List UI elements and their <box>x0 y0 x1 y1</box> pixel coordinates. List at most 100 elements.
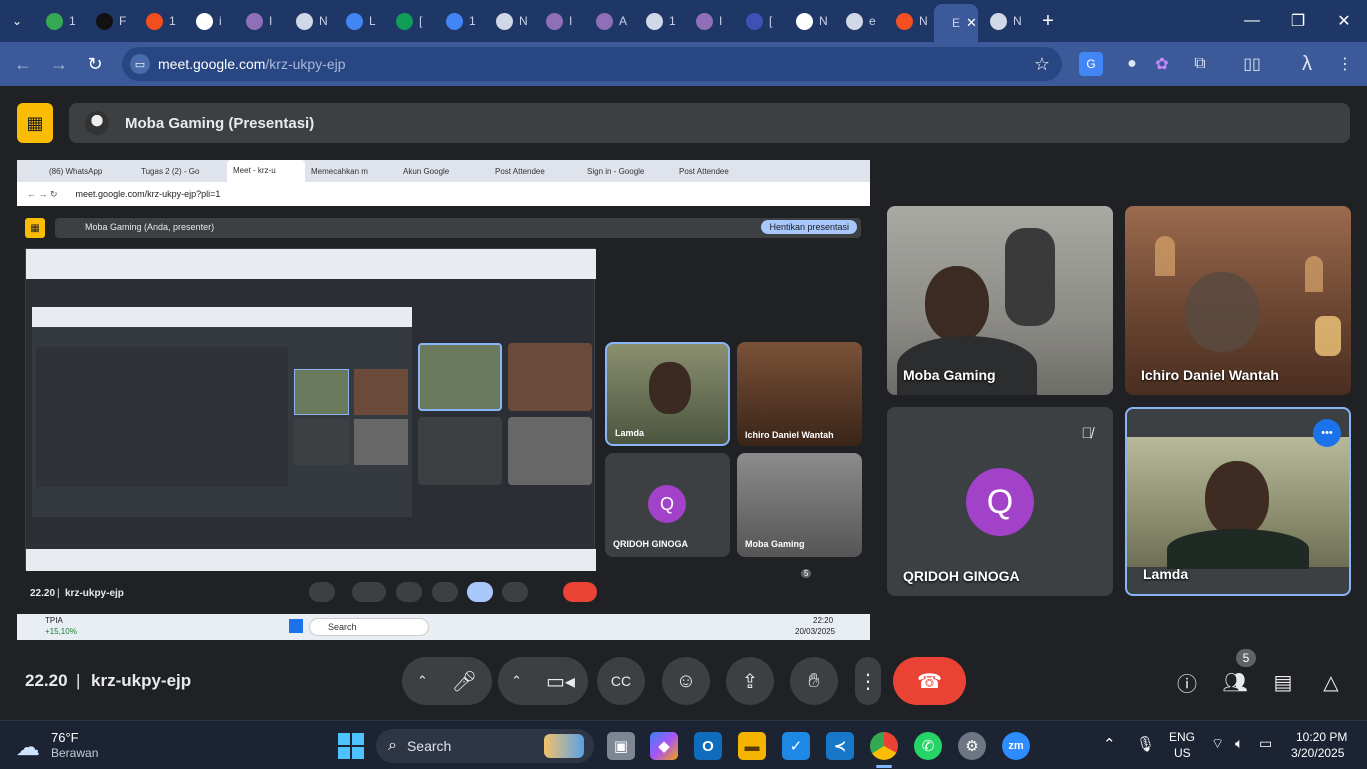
site-info-icon[interactable]: ▭ <box>130 54 150 74</box>
browser-tab[interactable]: L <box>334 0 384 42</box>
meeting-info-button[interactable]: ⓘ <box>1169 664 1205 700</box>
shared-presenter-label: Moba Gaming (Anda, presenter) <box>85 222 215 232</box>
shared-tab-label: Tugas 2 (2) - Go <box>141 166 200 176</box>
clock-time[interactable]: 10:20 PM <box>1296 730 1347 744</box>
browser-tab[interactable]: N <box>884 0 934 42</box>
tab-favicon-icon <box>346 12 363 30</box>
browser-tab[interactable]: E ✕ <box>934 4 978 42</box>
person-head <box>925 266 989 342</box>
close-tab-icon[interactable]: ✕ <box>966 15 977 31</box>
presentation-icon[interactable]: ▦ <box>17 103 53 143</box>
minimize-button[interactable]: — <box>1229 0 1275 42</box>
emoji-button[interactable]: ☺ <box>662 657 710 705</box>
present-button[interactable]: ⇪ <box>726 657 774 705</box>
todo-icon[interactable]: ✓ <box>782 732 810 760</box>
battery-icon[interactable]: ▭ <box>1259 735 1272 752</box>
shared-presenter-bar: Moba Gaming (Anda, presenter) Hentikan p… <box>55 218 861 238</box>
profile-lambda-icon[interactable]: λ <box>1295 52 1319 76</box>
browser-tab[interactable]: I <box>534 0 584 42</box>
file-explorer-icon[interactable]: ▬ <box>738 732 766 760</box>
more-options-button[interactable]: ••• <box>1313 419 1341 447</box>
forward-button[interactable]: → <box>41 46 77 82</box>
browser-tab[interactable]: I <box>234 0 284 42</box>
mic-options-chevron-icon[interactable]: ⌃ <box>417 673 428 689</box>
copilot-extension-icon[interactable]: ✿ <box>1150 52 1174 76</box>
browser-tab[interactable]: A <box>584 0 634 42</box>
show-hidden-icons-chevron[interactable]: ⌃ <box>1103 735 1116 753</box>
participant-avatar: Q <box>966 468 1034 536</box>
chrome-icon[interactable] <box>870 732 898 760</box>
browser-tab[interactable]: F <box>84 0 134 42</box>
activities-button[interactable]: △ <box>1313 664 1349 700</box>
region-label[interactable]: US <box>1174 746 1191 760</box>
bookmark-star-icon[interactable]: ☆ <box>1034 54 1050 75</box>
task-view-icon[interactable]: ▣ <box>607 732 635 760</box>
microphone-tray-icon[interactable]: 🎙︎ <box>1136 735 1155 753</box>
tab-favicon-icon <box>446 12 463 30</box>
vscode-icon[interactable]: ≺ <box>826 732 854 760</box>
tab-search-icon[interactable]: ⌄ <box>0 0 34 42</box>
shared-tab-label: Sign in - Google <box>587 166 645 176</box>
language-label[interactable]: ENG <box>1169 730 1195 744</box>
browser-tab[interactable]: i <box>184 0 234 42</box>
participant-tile-qridoh[interactable]: 🎙̸ Q QRIDOH GINOGA <box>887 407 1113 596</box>
address-bar[interactable]: ▭ meet.google.com/krz-ukpy-ejp ☆ <box>122 47 1062 81</box>
browser-tab[interactable]: e <box>834 0 884 42</box>
raise-hand-button[interactable]: ✋︎ <box>790 657 838 705</box>
extension-icon[interactable]: ● <box>1120 52 1144 76</box>
camera-options-chevron-icon[interactable]: ⌃ <box>511 673 522 689</box>
tab-favicon-icon <box>246 12 263 30</box>
tab-favicon-icon <box>496 12 513 30</box>
browser-tab[interactable]: 1 <box>434 0 484 42</box>
translate-extension-icon[interactable]: G <box>1079 52 1103 76</box>
tab-label: N <box>1013 14 1022 28</box>
reload-button[interactable]: ↻ <box>77 46 113 82</box>
participant-tile-ichiro[interactable]: Ichiro Daniel Wantah <box>1125 206 1351 395</box>
shared-code: krz-ukpy-ejp <box>65 588 124 599</box>
browser-tab[interactable]: I <box>684 0 734 42</box>
people-button[interactable]: 👥︎ <box>1217 664 1253 700</box>
captions-button[interactable]: CC <box>597 657 645 705</box>
weather-cloud-icon[interactable]: ☁ <box>16 733 40 762</box>
settings-gear-icon[interactable]: ⚙ <box>958 732 986 760</box>
shared-tab-label: Post Attendee <box>679 166 729 176</box>
start-button[interactable] <box>338 733 364 759</box>
browser-menu-icon[interactable]: ⋮ <box>1333 52 1357 76</box>
shared-tab-label: Post Attendee <box>495 166 545 176</box>
tab-favicon-icon <box>146 12 163 30</box>
reading-list-icon[interactable]: ▯▯ <box>1240 52 1264 76</box>
participant-tile-lamda[interactable]: ••• Lamda <box>1125 407 1351 596</box>
browser-tab[interactable]: N <box>784 0 834 42</box>
browser-tab[interactable]: N <box>978 0 1028 42</box>
puzzle-extensions-icon[interactable]: ⧉ <box>1188 52 1212 76</box>
new-tab-button[interactable]: + <box>1036 10 1060 33</box>
browser-tab[interactable]: [ <box>734 0 784 42</box>
browser-tab[interactable]: [ <box>384 0 434 42</box>
participant-tile-moba-gaming[interactable]: Moba Gaming <box>887 206 1113 395</box>
back-button[interactable]: ← <box>5 46 41 82</box>
presentation-bar: Moba Gaming (Presentasi) <box>69 103 1350 143</box>
browser-tab[interactable]: 1 <box>34 0 84 42</box>
chat-button[interactable]: ▤ <box>1265 664 1301 700</box>
nested-tile-qridoh <box>418 417 502 485</box>
nested-browser-chrome <box>26 249 596 279</box>
tab-strip: ⌄ 1 F 1 i I N L[1 N I A 1 I[Ne N E ✕ N + — ❐ ✕ <box>0 0 1367 42</box>
browser-tab[interactable]: N <box>284 0 334 42</box>
maximize-button[interactable]: ❐ <box>1275 0 1321 42</box>
camera-button[interactable]: ⌃ ▭◂ <box>498 657 588 705</box>
volume-icon[interactable]: 🔈︎ <box>1235 735 1243 752</box>
leave-call-button[interactable]: ☎ <box>893 657 966 705</box>
browser-tab[interactable]: 1 <box>134 0 184 42</box>
more-options-meet-button[interactable]: ⋮ <box>855 657 881 705</box>
browser-tab[interactable]: N <box>484 0 534 42</box>
whatsapp-icon[interactable]: ✆ <box>914 732 942 760</box>
clock-date[interactable]: 3/20/2025 <box>1291 746 1344 760</box>
microphone-button[interactable]: ⌃ 🎤︎ <box>402 657 492 705</box>
browser-tab[interactable]: 1 <box>634 0 684 42</box>
zoom-icon[interactable]: zm <box>1002 732 1030 760</box>
copilot-icon[interactable]: ◆ <box>650 732 678 760</box>
taskbar-search-box[interactable]: ⌕ Search <box>376 729 594 763</box>
wifi-icon[interactable]: ⌔ <box>1211 735 1224 753</box>
outlook-icon[interactable]: O <box>694 732 722 760</box>
close-window-button[interactable]: ✕ <box>1321 0 1367 42</box>
